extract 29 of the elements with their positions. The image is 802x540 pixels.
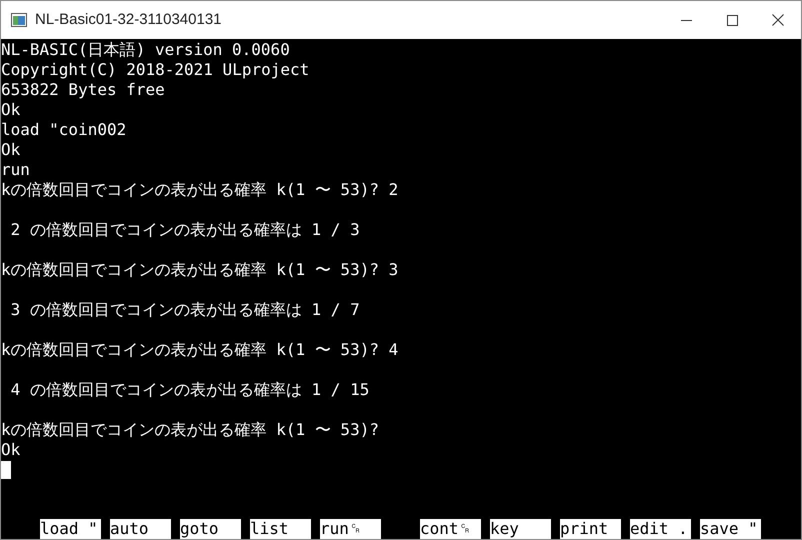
console-line: Ok bbox=[1, 440, 20, 460]
console-line: kの倍数回目でコインの表が出る確率 k(1 〜 53)? bbox=[1, 420, 379, 440]
close-icon bbox=[772, 14, 784, 26]
function-key-label: edit . bbox=[630, 519, 691, 539]
function-key-label: load " bbox=[40, 519, 101, 539]
console-line: kの倍数回目でコインの表が出る確率 k(1 〜 53)? 2 bbox=[1, 180, 398, 200]
maximize-icon bbox=[726, 14, 738, 26]
console-line: Ok bbox=[1, 140, 20, 160]
function-key-label: goto bbox=[180, 519, 241, 539]
function-key-label: print bbox=[560, 519, 621, 539]
function-key-label: key bbox=[490, 519, 551, 539]
function-key-label: cont␍ bbox=[420, 519, 481, 539]
console-line: 653822 Bytes free bbox=[1, 80, 165, 100]
console-line: 2 の倍数回目でコインの表が出る確率は 1 / 3 bbox=[10, 220, 360, 240]
console-line: load "coin002 bbox=[1, 120, 126, 140]
app-icon bbox=[11, 13, 27, 27]
function-key-label: list bbox=[250, 519, 311, 539]
console-line: NL-BASIC(日本語) version 0.0060 bbox=[1, 40, 290, 60]
console-line: kの倍数回目でコインの表が出る確率 k(1 〜 53)? 4 bbox=[1, 340, 398, 360]
console-line: 4 の倍数回目でコインの表が出る確率は 1 / 15 bbox=[10, 380, 370, 400]
console-line: 3 の倍数回目でコインの表が出る確率は 1 / 7 bbox=[10, 300, 360, 320]
function-key-label: run␍ bbox=[320, 519, 381, 539]
function-key-label: save " bbox=[700, 519, 761, 539]
console-line: run bbox=[1, 160, 30, 180]
console-line: Ok bbox=[1, 100, 20, 120]
console-line: Copyright(C) 2018-2021 ULproject bbox=[1, 60, 310, 80]
window-title: NL-Basic01-32-3110340131 bbox=[35, 10, 222, 30]
console-line: kの倍数回目でコインの表が出る確率 k(1 〜 53)? 3 bbox=[1, 260, 398, 280]
function-key-label: auto bbox=[110, 519, 171, 539]
